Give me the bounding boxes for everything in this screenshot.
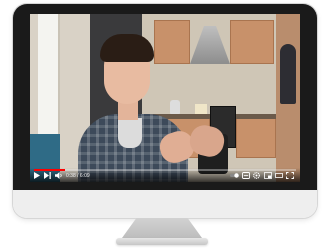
- captions-button[interactable]: [242, 172, 250, 181]
- monitor-base: [116, 238, 208, 245]
- theater-button[interactable]: [275, 172, 283, 181]
- fullscreen-icon: [286, 172, 294, 179]
- video-screen[interactable]: 0:38 / 6:09: [30, 14, 300, 182]
- theater-icon: [275, 172, 283, 179]
- scene-cabinet: [236, 118, 276, 158]
- play-icon: [34, 172, 40, 179]
- play-button[interactable]: [34, 172, 40, 181]
- next-icon: [44, 172, 51, 179]
- captions-icon: [242, 172, 250, 179]
- fullscreen-button[interactable]: [286, 172, 294, 181]
- miniplayer-button[interactable]: [264, 172, 272, 181]
- volume-button[interactable]: [55, 172, 63, 181]
- player-controls: 0:38 / 6:09: [30, 168, 300, 182]
- autoplay-toggle-icon: [230, 172, 239, 179]
- scene-kettle: [170, 100, 180, 114]
- person-hair: [100, 34, 154, 62]
- autoplay-toggle[interactable]: [230, 172, 239, 181]
- monitor-chin: [13, 190, 317, 218]
- next-button[interactable]: [44, 172, 51, 181]
- person-tee: [118, 118, 142, 148]
- gear-icon: [253, 172, 260, 179]
- scene-coats: [280, 44, 296, 104]
- video-frame: [30, 14, 300, 182]
- progress-bar[interactable]: [34, 169, 296, 171]
- volume-icon: [55, 172, 63, 179]
- scene-cabinet: [154, 20, 190, 64]
- progress-fill: [34, 169, 66, 171]
- miniplayer-icon: [264, 172, 272, 179]
- settings-button[interactable]: [253, 172, 260, 181]
- monitor-bezel: 0:38 / 6:09: [13, 4, 317, 190]
- time-display: 0:38 / 6:09: [66, 173, 90, 179]
- monitor: 0:38 / 6:09: [13, 4, 317, 218]
- scene-jars: [195, 104, 207, 114]
- scene-cabinet: [230, 20, 274, 64]
- scene-window: [38, 14, 60, 134]
- monitor-stand: [122, 218, 202, 238]
